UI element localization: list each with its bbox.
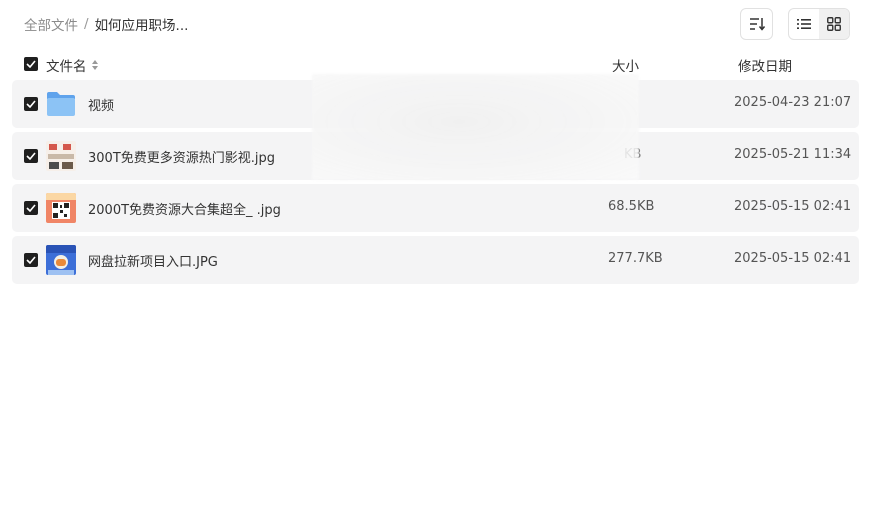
- check-icon: [26, 152, 36, 160]
- grid-view-button[interactable]: [819, 9, 849, 39]
- file-name[interactable]: 网盘拉新项目入口.JPG: [88, 251, 218, 270]
- table-row[interactable]: 视频 2025-04-23 21:07: [12, 80, 859, 128]
- breadcrumb-root-link[interactable]: 全部文件: [24, 14, 78, 34]
- row-checkbox[interactable]: [24, 201, 38, 215]
- select-all-checkbox[interactable]: [24, 57, 38, 71]
- column-header-size[interactable]: 大小: [612, 55, 639, 75]
- list-view-icon: [797, 19, 811, 29]
- table-row[interactable]: 2000T免费资源大合集超全_ .jpg 68.5KB 2025-05-15 0…: [12, 184, 859, 232]
- sort-button[interactable]: [740, 8, 773, 40]
- sort-toggle-icon: [91, 60, 98, 70]
- file-size: 277.7KB: [608, 251, 663, 266]
- file-date: 2025-05-15 02:41: [734, 199, 852, 214]
- file-size: KB: [624, 147, 642, 162]
- image-thumbnail: [46, 141, 76, 171]
- view-toggle: [788, 8, 850, 40]
- grid-view-icon: [827, 17, 841, 31]
- column-header-name-label: 文件名: [46, 59, 87, 75]
- file-date: 2025-04-23 21:07: [734, 95, 852, 110]
- check-icon: [26, 100, 36, 108]
- image-thumbnail: [46, 245, 76, 275]
- folder-icon: [46, 89, 76, 119]
- table-row[interactable]: 300T免费更多资源热门影视.jpg KB 2025-05-21 11:34: [12, 132, 859, 180]
- table-header: 文件名 大小 修改日期: [12, 50, 859, 78]
- sort-icon: [749, 18, 765, 31]
- column-header-name[interactable]: 文件名: [46, 55, 99, 75]
- breadcrumb-separator: /: [84, 16, 89, 32]
- column-header-date[interactable]: 修改日期: [738, 55, 792, 75]
- check-icon: [26, 256, 36, 264]
- file-list: 视频 2025-04-23 21:07 300T免费更多资源热门影视.jpg K…: [12, 80, 859, 288]
- table-row[interactable]: 网盘拉新项目入口.JPG 277.7KB 2025-05-15 02:41: [12, 236, 859, 284]
- file-size: 68.5KB: [608, 199, 655, 214]
- list-view-button[interactable]: [789, 9, 819, 39]
- breadcrumb-current: 如何应用职场...: [94, 18, 189, 34]
- breadcrumb: 全部文件 / 如何应用职场...: [24, 14, 188, 34]
- image-thumbnail: [46, 193, 76, 223]
- row-checkbox[interactable]: [24, 253, 38, 267]
- row-checkbox[interactable]: [24, 149, 38, 163]
- file-date: 2025-05-15 02:41: [734, 251, 852, 266]
- row-checkbox[interactable]: [24, 97, 38, 111]
- check-icon: [26, 60, 36, 68]
- file-name[interactable]: 300T免费更多资源热门影视.jpg: [88, 147, 275, 166]
- file-date: 2025-05-21 11:34: [734, 147, 852, 162]
- file-name[interactable]: 2000T免费资源大合集超全_ .jpg: [88, 199, 281, 218]
- file-name[interactable]: 视频: [88, 95, 114, 114]
- check-icon: [26, 204, 36, 212]
